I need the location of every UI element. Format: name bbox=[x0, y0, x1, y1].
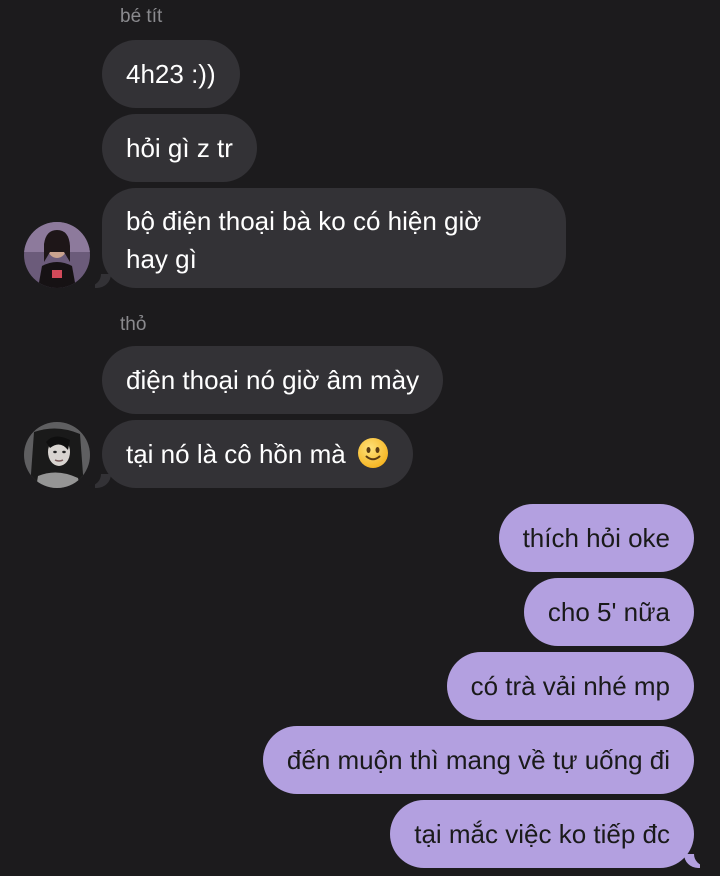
bubble-tail bbox=[87, 272, 111, 288]
slightly-smiling-face-icon bbox=[357, 437, 389, 478]
avatar[interactable] bbox=[24, 422, 90, 488]
bubble-tail bbox=[87, 472, 111, 488]
incoming-message[interactable]: hỏi gì z tr bbox=[102, 114, 257, 182]
message-text: điện thoại nó giờ âm mày bbox=[126, 365, 420, 395]
incoming-message[interactable]: tại nó là cô hồn mà bbox=[102, 420, 413, 488]
outgoing-message[interactable]: thích hỏi oke bbox=[498, 504, 694, 572]
message-text-line: hay gì bbox=[126, 244, 197, 274]
outgoing-message[interactable]: có trà vải nhé mp bbox=[446, 652, 694, 720]
outgoing-message[interactable]: cho 5' nữa bbox=[523, 578, 694, 646]
message-text: 4h23 :)) bbox=[126, 59, 216, 89]
sender-name: bé tít bbox=[120, 6, 163, 27]
message-text: tại nó là cô hồn mà bbox=[126, 439, 346, 469]
message-text-line: bộ điện thoại bà ko có hiện giờ bbox=[126, 206, 482, 236]
sender-name: thỏ bbox=[120, 314, 147, 335]
avatar[interactable] bbox=[24, 222, 90, 288]
incoming-message[interactable]: điện thoại nó giờ âm mày bbox=[102, 346, 444, 414]
chat-thread: bé tít 4h23 :)) hỏi gì z tr bộ điện thoạ… bbox=[0, 0, 720, 876]
profile-photo-icon bbox=[24, 422, 90, 488]
message-text: cho 5' nữa bbox=[547, 597, 670, 627]
bubble-tail bbox=[684, 852, 708, 868]
message-text: thích hỏi oke bbox=[522, 523, 670, 553]
message-text: có trà vải nhé mp bbox=[470, 671, 670, 701]
message-text: tại mắc việc ko tiếp đc bbox=[414, 819, 670, 849]
incoming-message[interactable]: bộ điện thoại bà ko có hiện giờ hay gì bbox=[102, 188, 566, 288]
outgoing-message[interactable]: đến muộn thì mang về tự uống đi bbox=[262, 726, 694, 794]
message-text: đến muộn thì mang về tự uống đi bbox=[286, 745, 670, 775]
message-text: hỏi gì z tr bbox=[126, 133, 233, 163]
incoming-message[interactable]: 4h23 :)) bbox=[102, 40, 240, 108]
outgoing-message[interactable]: tại mắc việc ko tiếp đc bbox=[390, 800, 694, 868]
profile-photo-icon bbox=[24, 222, 90, 288]
